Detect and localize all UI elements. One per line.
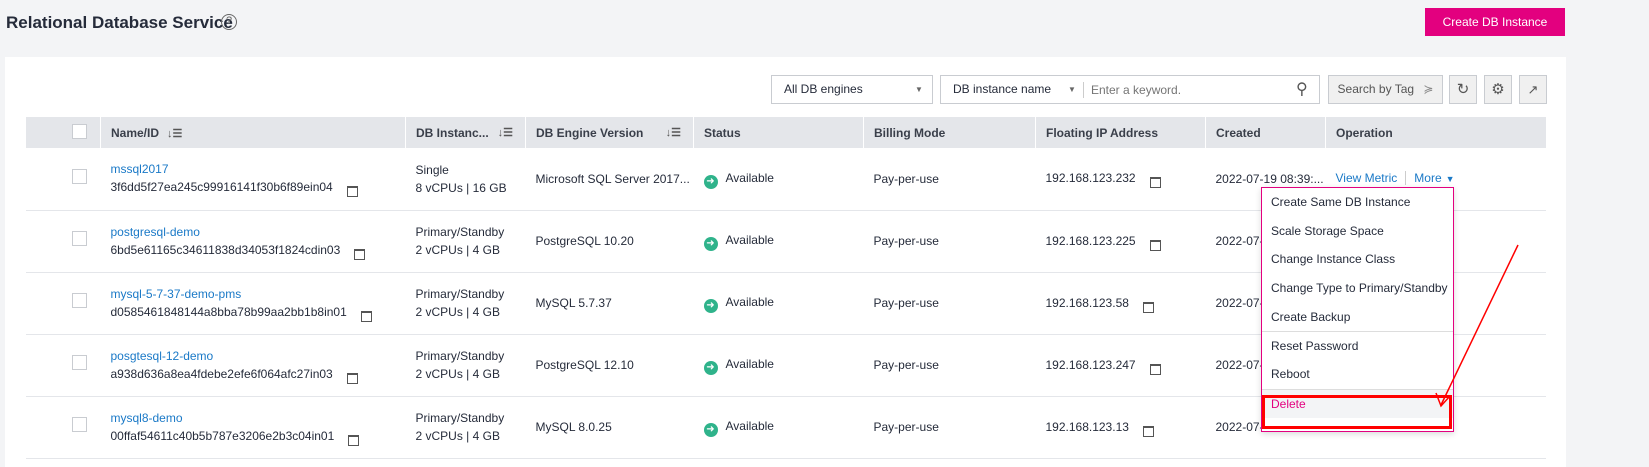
annotation-arrow xyxy=(1435,244,1519,408)
